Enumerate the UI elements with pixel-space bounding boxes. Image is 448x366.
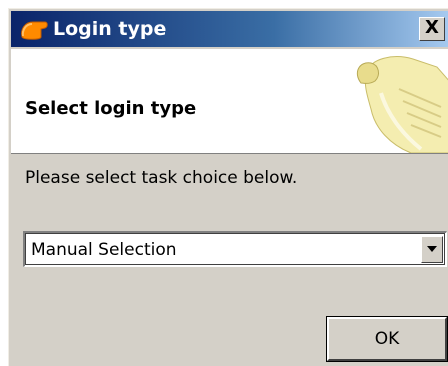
title-bar[interactable]: Login type X (11, 11, 448, 47)
window-title: Login type (53, 18, 167, 40)
dropdown-arrow-button[interactable] (421, 236, 443, 263)
dropdown-arrow-icon (427, 246, 437, 252)
app-icon (21, 21, 48, 40)
close-button[interactable]: X (419, 17, 445, 41)
header-title: Select login type (25, 98, 197, 119)
header-band: Select login type (11, 49, 448, 154)
login-type-select[interactable]: Manual Selection (23, 231, 447, 267)
scroll-document-icon (356, 56, 448, 153)
login-type-dialog: Login type X Select login type Please se… (8, 8, 448, 366)
select-value: Manual Selection (31, 240, 177, 260)
instruction-text: Please select task choice below. (25, 168, 298, 188)
ok-button[interactable]: OK (326, 316, 448, 362)
